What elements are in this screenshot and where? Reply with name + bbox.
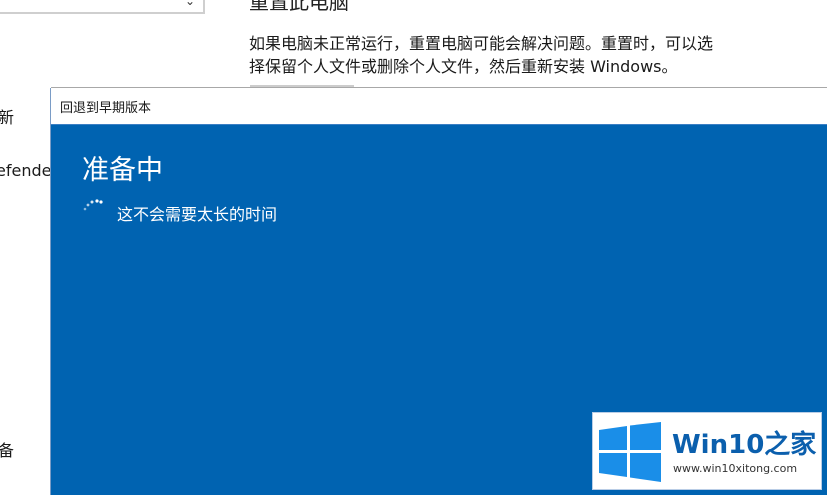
sidebar-item-defender[interactable]: efender: [0, 161, 58, 180]
watermark-name: Win10之家: [672, 430, 817, 460]
sidebar-item-backup[interactable]: 备: [0, 437, 14, 461]
watermark: Win10之家 www.win10xitong.com: [592, 412, 822, 490]
search-box[interactable]: ⌄: [0, 0, 205, 14]
description-line-2: 择保留个人文件或删除个人文件，然后重新安装 Windows。: [249, 57, 678, 76]
chevron-down-icon: ⌄: [184, 0, 195, 8]
dialog-heading: 准备中: [82, 155, 163, 186]
dialog-title: 回退到早期版本: [60, 101, 152, 116]
dialog-status-text: 这不会需要太长的时间: [117, 205, 278, 224]
section-heading: 重置此电脑: [249, 0, 349, 14]
loading-spinner-icon: [83, 199, 103, 211]
sidebar-item-update[interactable]: 新: [0, 104, 14, 128]
dialog-titlebar[interactable]: 回退到早期版本: [51, 88, 827, 125]
screen: ⌄ 重置此电脑 如果电脑未正常运行，重置电脑可能会解决问题。重置时，可以选 择保…: [0, 0, 827, 495]
windows-logo-icon: [599, 422, 661, 482]
description-line-1: 如果电脑未正常运行，重置电脑可能会解决问题。重置时，可以选: [249, 34, 714, 53]
reset-description: 如果电脑未正常运行，重置电脑可能会解决问题。重置时，可以选 择保留个人文件或删除…: [249, 32, 779, 78]
watermark-url: www.win10xitong.com: [673, 462, 798, 475]
